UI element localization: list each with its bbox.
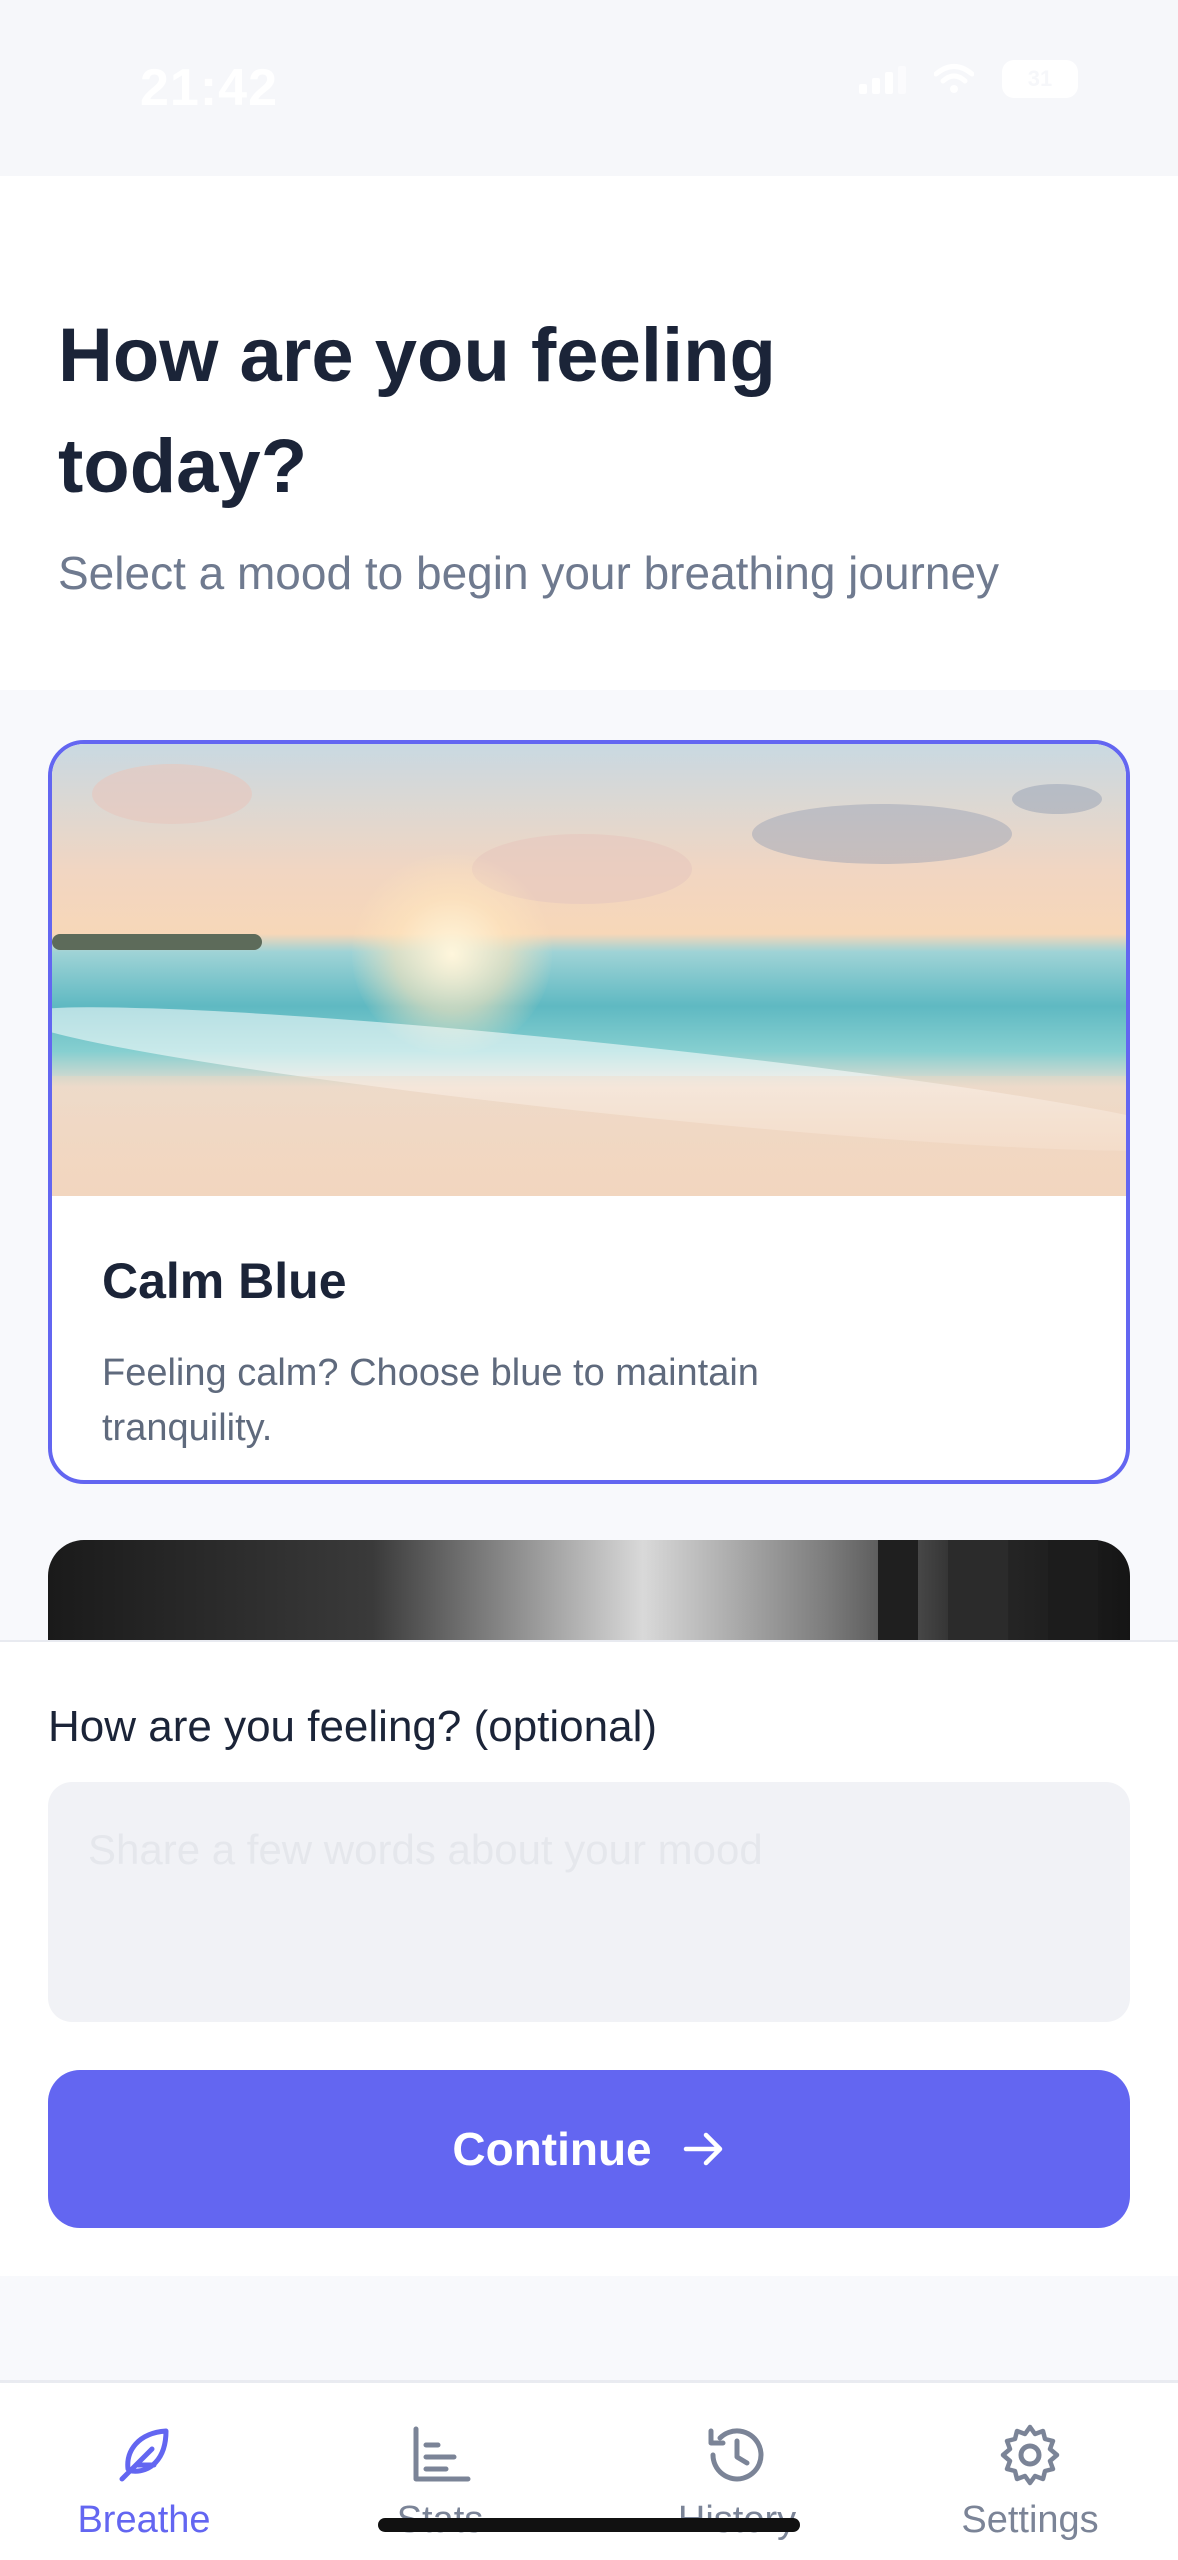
feeling-input[interactable] <box>48 1782 1130 2022</box>
continue-label: Continue <box>452 2123 652 2175</box>
cellular-signal-icon <box>859 64 906 94</box>
page-title: How are you feeling today? <box>58 313 776 509</box>
page-header: How are you feeling today? Select a mood… <box>0 176 1178 690</box>
tab-label: Settings <box>961 2499 1099 2541</box>
mood-selection-screen: 21:42 31 How are you feeling today? Sele… <box>0 0 1178 2560</box>
feather-icon <box>119 2428 169 2482</box>
status-bar: 21:42 31 <box>0 0 1178 176</box>
tab-settings[interactable]: Settings <box>900 2383 1160 2560</box>
tab-breathe[interactable]: Breathe <box>14 2383 274 2560</box>
mood-title: Calm Blue <box>102 1253 347 1309</box>
gear-icon <box>1000 2424 1060 2486</box>
bottom-tab-bar: Breathe Stats History Settings <box>0 2380 1178 2560</box>
mood-card-next[interactable] <box>48 1540 1130 1640</box>
mood-list[interactable]: Calm Blue Feeling calm? Choose blue to m… <box>0 690 1178 1640</box>
status-icons: 31 <box>859 60 1078 98</box>
arrow-right-icon <box>683 2132 722 2166</box>
chart-icon <box>413 2426 471 2482</box>
feeling-input-panel: How are you feeling? (optional) Continue <box>0 1640 1178 2276</box>
battery-level: 31 <box>1027 66 1053 91</box>
tab-stats[interactable]: Stats <box>310 2383 570 2560</box>
tab-label: Breathe <box>77 2499 211 2541</box>
continue-button[interactable]: Continue <box>48 2070 1130 2228</box>
status-time: 21:42 <box>140 59 278 117</box>
mood-description: Feeling calm? Choose blue to maintain tr… <box>102 1352 759 1449</box>
home-indicator[interactable] <box>378 2518 800 2532</box>
history-icon <box>708 2428 764 2482</box>
battery-icon: 31 <box>1002 60 1078 98</box>
page-subtitle: Select a mood to begin your breathing jo… <box>58 547 1000 599</box>
mood-card-calm-blue[interactable]: Calm Blue Feeling calm? Choose blue to m… <box>48 740 1130 1484</box>
feeling-input-label: How are you feeling? (optional) <box>48 1702 658 1751</box>
beach-sunset-image <box>52 744 1126 1196</box>
tab-history[interactable]: History <box>607 2383 867 2560</box>
wifi-icon <box>934 64 974 93</box>
